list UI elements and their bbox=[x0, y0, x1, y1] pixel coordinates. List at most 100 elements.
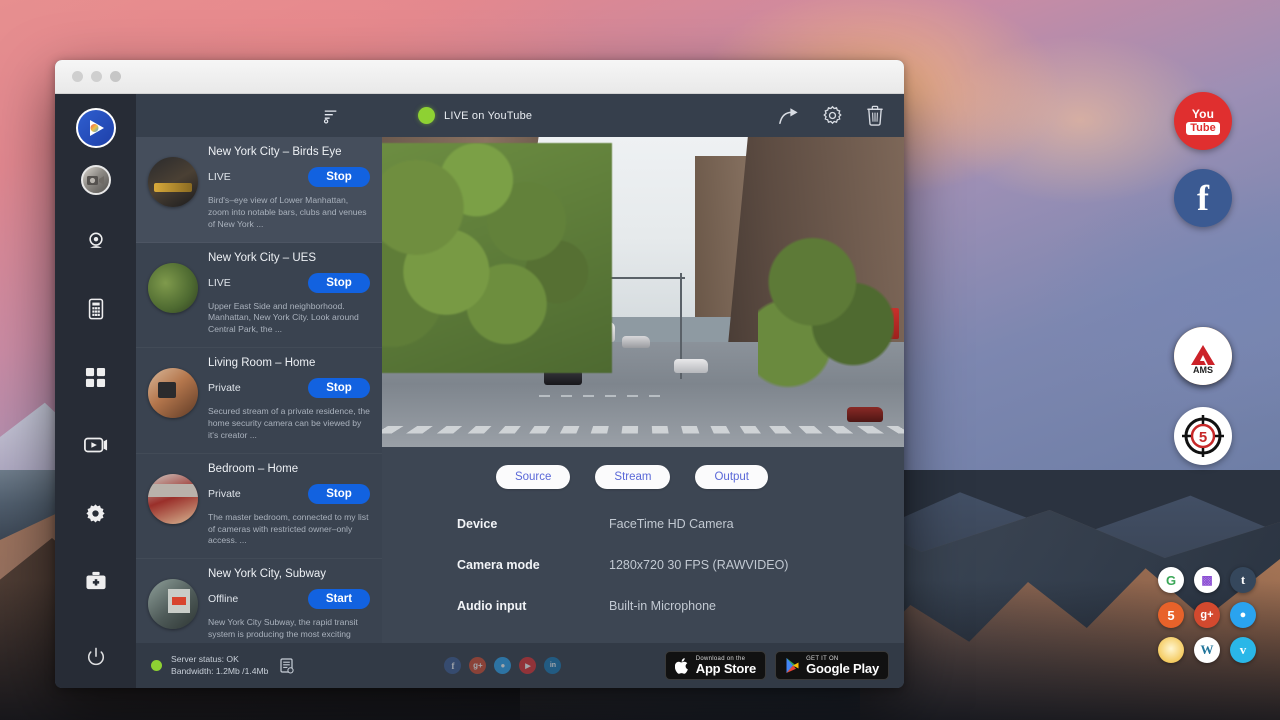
linkedin-icon[interactable]: in bbox=[544, 657, 561, 674]
twitter-mini-icon[interactable]: ● bbox=[1230, 602, 1256, 628]
camera-thumbnail bbox=[148, 263, 198, 313]
camera-action-button[interactable]: Start bbox=[308, 589, 370, 609]
sidebar-item-devices[interactable] bbox=[74, 287, 118, 331]
sidebar-item-recordings[interactable] bbox=[74, 423, 118, 467]
google-play-badge[interactable]: GET IT ON Google Play bbox=[775, 651, 889, 681]
video-box-icon bbox=[84, 436, 108, 454]
window-zoom-button[interactable] bbox=[110, 71, 121, 82]
tab-output[interactable]: Output bbox=[695, 465, 768, 489]
grid-icon bbox=[85, 367, 106, 388]
power-glyph bbox=[86, 647, 106, 667]
sidebar-item-settings[interactable] bbox=[74, 491, 118, 535]
camera-list[interactable]: New York City – Birds Eye LIVE Stop Bird… bbox=[136, 137, 382, 643]
wordpress-icon[interactable]: W bbox=[1194, 637, 1220, 663]
user-avatar[interactable] bbox=[81, 165, 111, 195]
camera-action-button[interactable]: Stop bbox=[308, 484, 370, 504]
sidebar-rail bbox=[55, 94, 136, 688]
tab-stream[interactable]: Stream bbox=[595, 465, 670, 489]
toolbar-actions bbox=[777, 104, 887, 128]
google-play-text: GET IT ON Google Play bbox=[806, 656, 879, 676]
facebook-icon[interactable]: f bbox=[444, 657, 461, 674]
camera-description: Secured stream of a private residence, t… bbox=[208, 406, 370, 442]
camera-title: New York City, Subway bbox=[208, 568, 370, 580]
trash-glyph bbox=[866, 105, 884, 126]
tumblr-icon[interactable]: t bbox=[1230, 567, 1256, 593]
video-tree-left bbox=[382, 143, 612, 372]
app-logo[interactable] bbox=[76, 108, 116, 148]
camera-row: Private Stop bbox=[208, 378, 370, 398]
list-item[interactable]: New York City, Subway Offline Start New … bbox=[136, 559, 382, 643]
trash-icon[interactable] bbox=[863, 104, 887, 128]
sort-icon[interactable] bbox=[318, 103, 344, 129]
youtube-dock-icon[interactable]: You Tube bbox=[1174, 92, 1232, 150]
gear-icon[interactable] bbox=[820, 104, 844, 128]
play-triangle-icon bbox=[785, 657, 800, 674]
list-item[interactable]: New York City – UES LIVE Stop Upper East… bbox=[136, 243, 382, 349]
panes: New York City – Birds Eye LIVE Stop Bird… bbox=[136, 137, 904, 643]
camera-action-button[interactable]: Stop bbox=[308, 167, 370, 187]
facebook-dock-icon[interactable]: f bbox=[1174, 169, 1232, 227]
camera-thumbnail bbox=[148, 474, 198, 524]
app-store-badge[interactable]: Download on the App Store bbox=[665, 651, 766, 681]
window-titlebar[interactable] bbox=[55, 60, 904, 94]
power-icon[interactable] bbox=[79, 640, 113, 674]
server-status-group: Server status: OK Bandwidth: 1.2Mb /1.4M… bbox=[151, 654, 296, 677]
detail-tabs: Source Stream Output bbox=[382, 447, 882, 489]
list-item[interactable]: New York City – Birds Eye LIVE Stop Bird… bbox=[136, 137, 382, 243]
play-logo-icon bbox=[85, 117, 107, 139]
camera-action-button[interactable]: Stop bbox=[308, 273, 370, 293]
device-icon bbox=[86, 298, 106, 320]
server-status-label: Server status: OK bbox=[171, 654, 268, 666]
g-icon[interactable]: G bbox=[1158, 567, 1184, 593]
info-row-audio-input: Audio input Built-in Microphone bbox=[457, 599, 904, 613]
info-value: 1280x720 30 FPS (RAWVIDEO) bbox=[609, 558, 788, 572]
video-preview[interactable] bbox=[382, 137, 904, 447]
camera-action-button[interactable]: Stop bbox=[308, 378, 370, 398]
google-play-large: Google Play bbox=[806, 662, 879, 676]
list-item[interactable]: Living Room – Home Private Stop Secured … bbox=[136, 348, 382, 454]
youtube-icon[interactable]: ▶ bbox=[519, 657, 536, 674]
window-close-button[interactable] bbox=[72, 71, 83, 82]
camera-description: Upper East Side and neighborhood. Manhat… bbox=[208, 301, 370, 337]
camera-description: Bird's–eye view of Lower Manhattan, zoom… bbox=[208, 195, 370, 231]
camera-title: Living Room – Home bbox=[208, 357, 370, 369]
camera-status: Private bbox=[208, 488, 241, 500]
app-store-large: App Store bbox=[696, 662, 756, 676]
twitter-icon[interactable]: ● bbox=[494, 657, 511, 674]
gear-icon bbox=[85, 503, 106, 524]
desktop-mini-icon-grid: G ▩ t 5 g+ ● W v bbox=[1152, 565, 1260, 665]
googleplus-icon[interactable]: g+ bbox=[469, 657, 486, 674]
glow-icon[interactable] bbox=[1158, 637, 1184, 663]
camera-row: Private Stop bbox=[208, 484, 370, 504]
adobe-a-icon bbox=[1190, 344, 1216, 366]
tab-source[interactable]: Source bbox=[496, 465, 570, 489]
live-status-indicator: LIVE on YouTube bbox=[418, 107, 532, 124]
info-row-camera-mode: Camera mode 1280x720 30 FPS (RAWVIDEO) bbox=[457, 558, 904, 572]
camera-thumbnail bbox=[148, 368, 198, 418]
apple-icon bbox=[675, 657, 690, 675]
app-window: LIVE on YouTube bbox=[55, 60, 904, 688]
video-lane-markings bbox=[539, 395, 664, 397]
window-minimize-button[interactable] bbox=[91, 71, 102, 82]
camera-thumbnail bbox=[148, 579, 198, 629]
vimeo-icon[interactable]: v bbox=[1230, 637, 1256, 663]
five-icon[interactable]: 5 bbox=[1158, 602, 1184, 628]
camera-title: New York City – Birds Eye bbox=[208, 146, 370, 158]
camera-status: Private bbox=[208, 382, 241, 394]
sidebar-item-cameras[interactable] bbox=[74, 219, 118, 263]
twitch-icon[interactable]: ▩ bbox=[1194, 567, 1220, 593]
main-content: LIVE on YouTube bbox=[136, 94, 904, 688]
info-label: Device bbox=[457, 517, 609, 531]
share-icon[interactable] bbox=[777, 104, 801, 128]
adobe-ams-dock-icon-real[interactable]: AMS bbox=[1174, 327, 1232, 385]
channel5-dock-icon[interactable]: 5 bbox=[1174, 407, 1232, 465]
list-item[interactable]: Bedroom – Home Private Stop The master b… bbox=[136, 454, 382, 560]
camera-row: Offline Start bbox=[208, 589, 370, 609]
live-status-dot bbox=[418, 107, 435, 124]
camera-meta: New York City – UES LIVE Stop Upper East… bbox=[208, 252, 370, 337]
sidebar-item-support[interactable] bbox=[74, 559, 118, 603]
sidebar-item-dashboard[interactable] bbox=[74, 355, 118, 399]
log-document-icon[interactable] bbox=[280, 657, 296, 675]
googleplus-mini-icon[interactable]: g+ bbox=[1194, 602, 1220, 628]
camera-status: LIVE bbox=[208, 171, 231, 183]
